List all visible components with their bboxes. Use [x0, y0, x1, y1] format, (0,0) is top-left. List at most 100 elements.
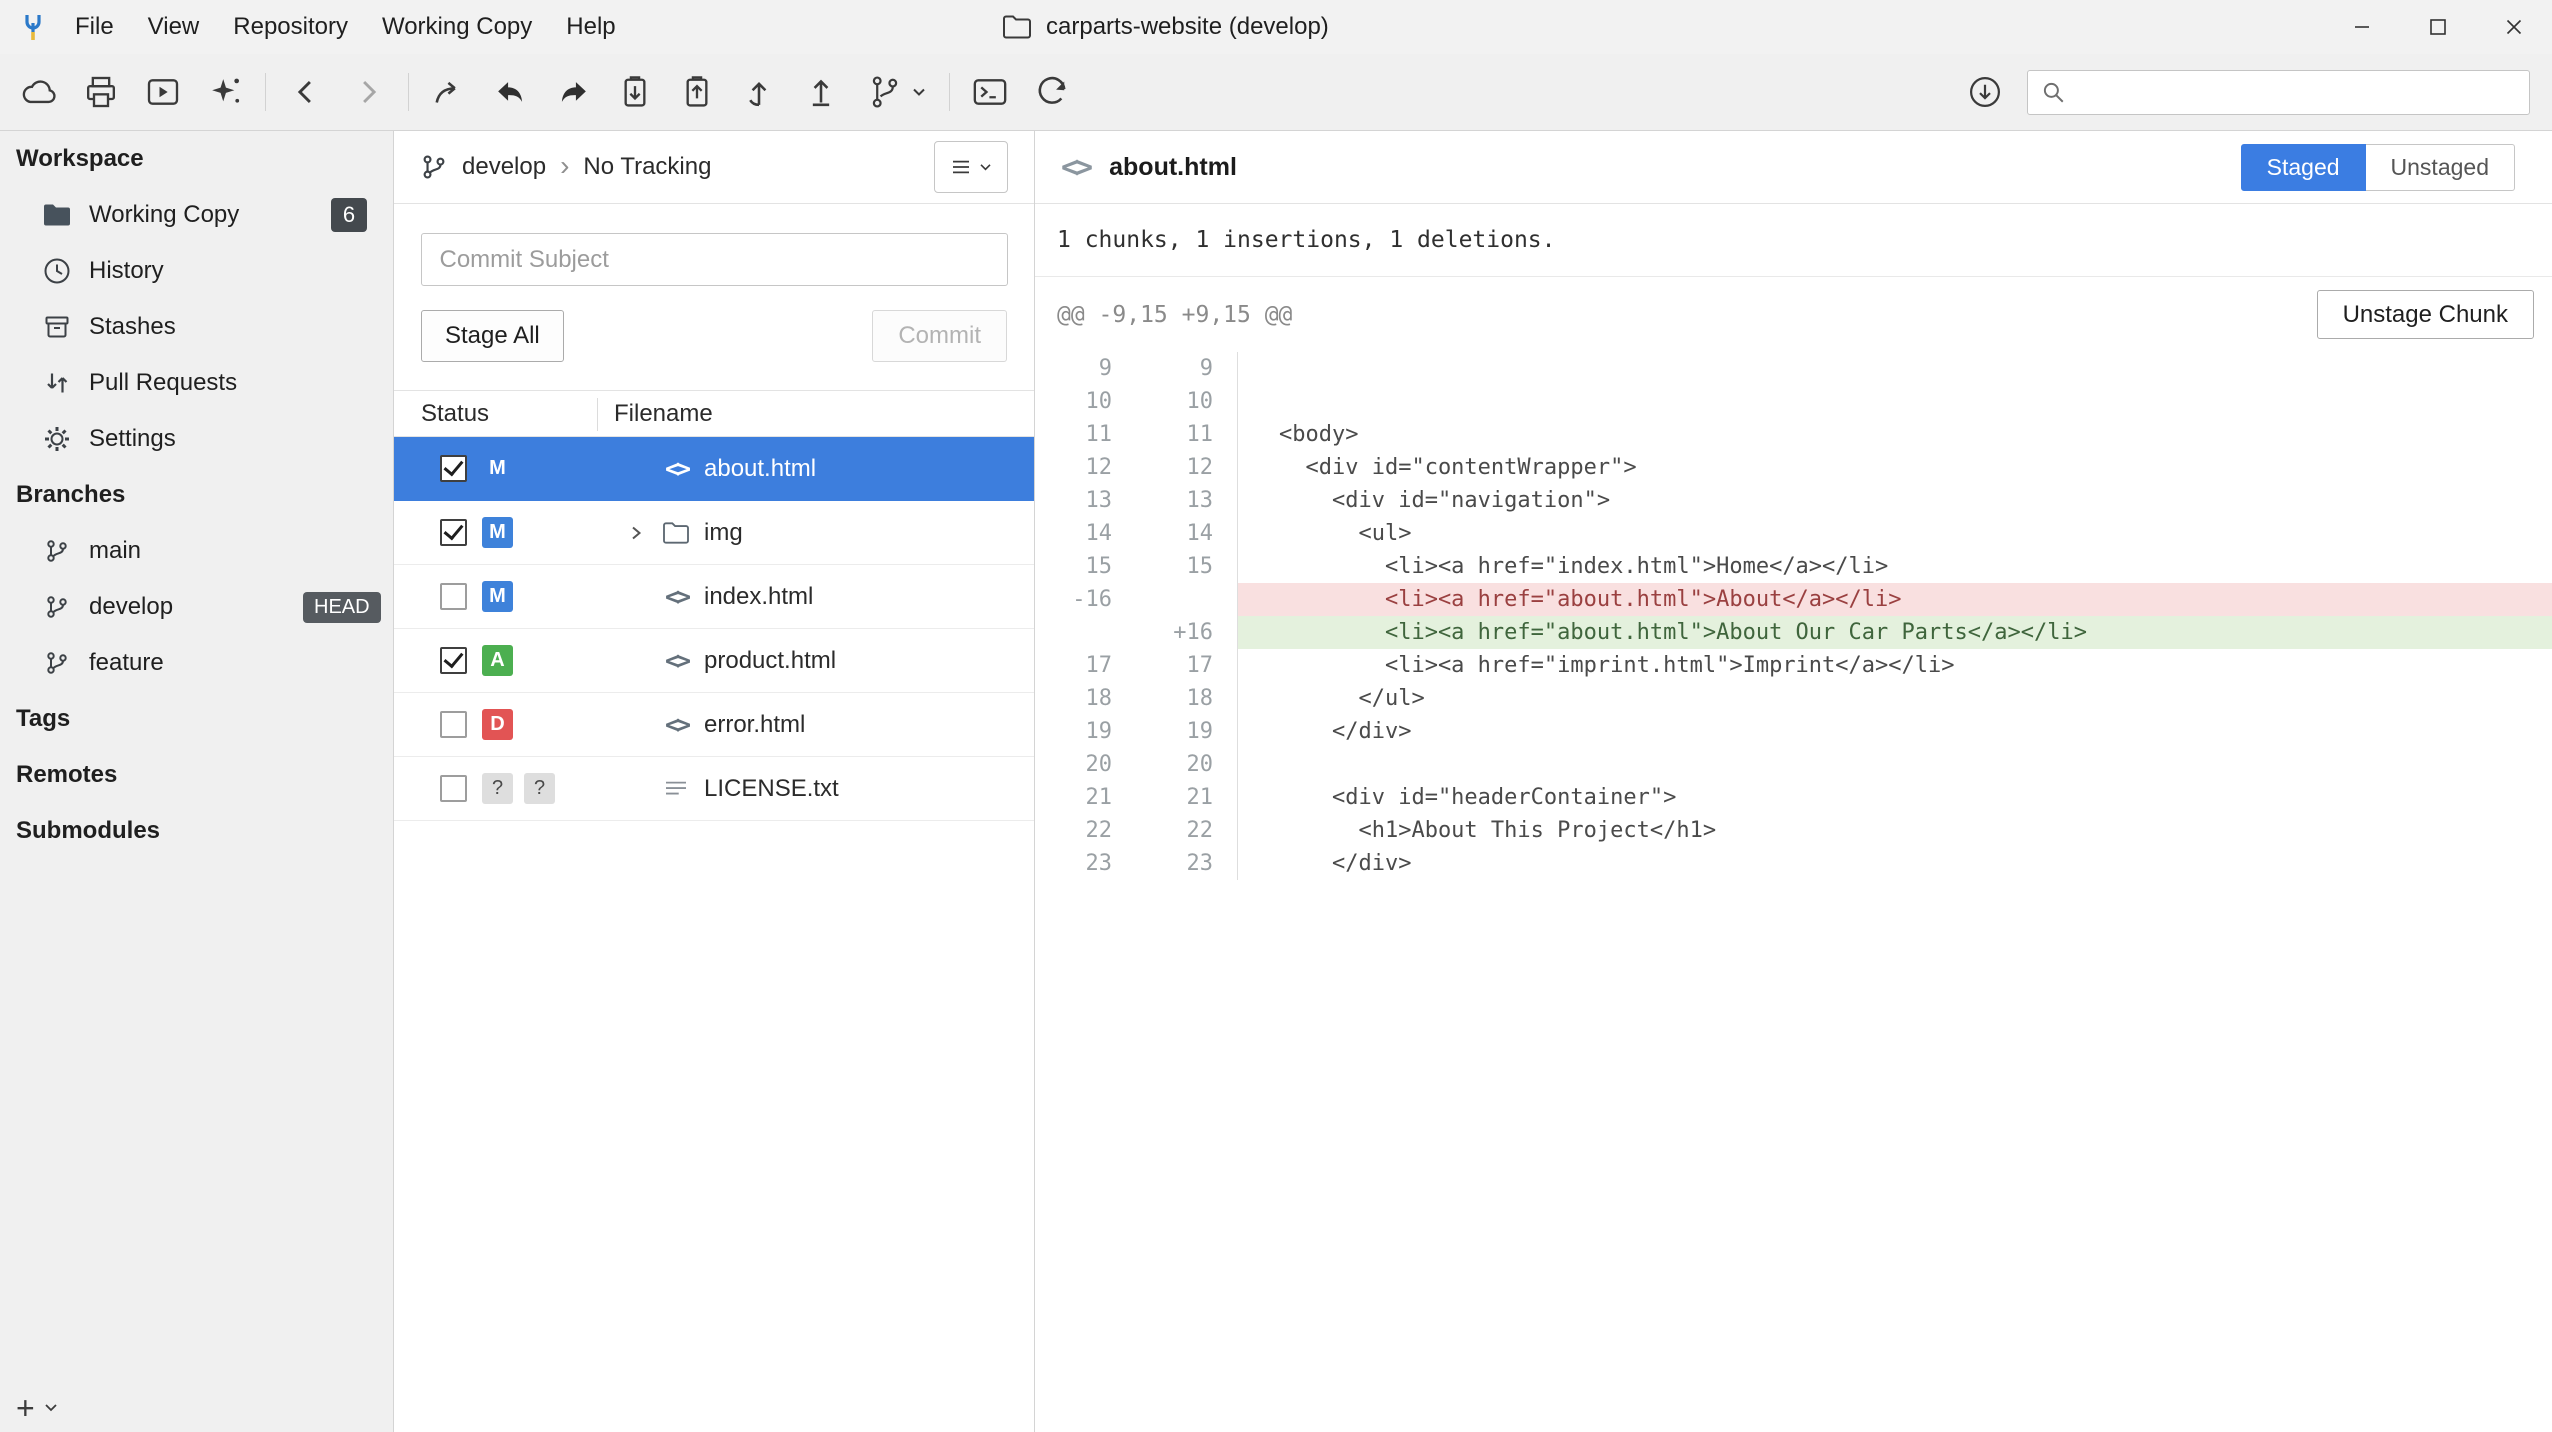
file-name: error.html [704, 711, 805, 739]
menu-working-copy[interactable]: Working Copy [365, 0, 549, 54]
commit-subject-input[interactable] [421, 233, 1008, 286]
stage-checkbox[interactable] [440, 775, 467, 802]
diff-line: 1919 </div> [1035, 715, 2552, 748]
remotes-section-header[interactable]: Remotes [0, 747, 393, 803]
sidebar-branch-main[interactable]: main [0, 523, 393, 579]
toolbar-separator [408, 73, 409, 111]
fetch-indicator-icon[interactable] [1965, 72, 2005, 112]
pull-icon[interactable] [728, 63, 790, 121]
filename-column-header[interactable]: Filename [597, 400, 713, 428]
unstash-icon[interactable] [666, 63, 728, 121]
status-cell: ? ? [394, 773, 627, 804]
unstaged-tab[interactable]: Unstaged [2366, 144, 2515, 191]
menu-repository[interactable]: Repository [216, 0, 365, 54]
gutter-pad [1213, 583, 1237, 616]
file-row[interactable]: D error.html [394, 693, 1034, 757]
stage-checkbox[interactable] [440, 519, 467, 546]
undo-icon[interactable] [480, 63, 542, 121]
file-row[interactable]: M about.html [394, 437, 1034, 501]
diff-line: 1212 <div id="contentWrapper"> [1035, 451, 2552, 484]
file-row[interactable]: M img [394, 501, 1034, 565]
gutter-pad [1213, 451, 1237, 484]
stage-checkbox[interactable] [440, 455, 467, 482]
sparkle-icon[interactable] [194, 63, 256, 121]
code-text: <div id="headerContainer"> [1237, 781, 2552, 814]
head-badge: HEAD [303, 592, 381, 623]
add-button[interactable] [16, 1392, 58, 1424]
forward-icon[interactable] [337, 63, 399, 121]
sidebar-item-working-copy[interactable]: Working Copy 6 [0, 187, 393, 243]
branch-options-button[interactable] [934, 141, 1008, 193]
submodules-section-header[interactable]: Submodules [0, 803, 393, 859]
open-repository-icon[interactable] [132, 63, 194, 121]
sidebar-branch-feature[interactable]: feature [0, 635, 393, 691]
code-file-icon [660, 454, 692, 483]
stage-checkbox[interactable] [440, 583, 467, 610]
status-badge: A [482, 645, 513, 676]
search-input[interactable] [2076, 79, 2517, 106]
sidebar-item-stashes[interactable]: Stashes [0, 299, 393, 355]
stage-all-button[interactable]: Stage All [421, 310, 564, 362]
toolbar [0, 54, 2552, 131]
status-column-header[interactable]: Status [394, 400, 597, 428]
sidebar-item-settings[interactable]: Settings [0, 411, 393, 467]
diff-line: 1010 [1035, 385, 2552, 418]
commit-button[interactable]: Commit [872, 310, 1007, 362]
unstage-chunk-button[interactable]: Unstage Chunk [2317, 290, 2534, 339]
sidebar-item-pull-requests[interactable]: Pull Requests [0, 355, 393, 411]
stash-icon[interactable] [604, 63, 666, 121]
archive-box-icon [40, 312, 74, 342]
sidebar-branch-develop[interactable]: develop HEAD [0, 579, 393, 635]
file-name: index.html [704, 583, 813, 611]
old-line-number: 21 [1035, 781, 1112, 814]
gutter-pad [1213, 550, 1237, 583]
diff-line: 1414 <ul> [1035, 517, 2552, 550]
workspace-header: Workspace [0, 131, 393, 187]
redo-icon[interactable] [542, 63, 604, 121]
current-branch-label[interactable]: develop [462, 153, 546, 181]
code-text: <div id="navigation"> [1237, 484, 2552, 517]
file-row[interactable]: A product.html [394, 629, 1034, 693]
file-table-header: Status Filename [394, 390, 1034, 437]
sidebar-item-label: Working Copy [89, 201, 239, 229]
gutter-pad [1213, 781, 1237, 814]
gutter-pad [1213, 847, 1237, 880]
back-icon[interactable] [275, 63, 337, 121]
cloud-icon[interactable] [8, 63, 70, 121]
chevron-right-icon[interactable] [627, 524, 645, 542]
tracking-label[interactable]: No Tracking [583, 153, 711, 181]
clock-icon [40, 256, 74, 286]
stage-checkbox[interactable] [440, 711, 467, 738]
file-name: product.html [704, 647, 836, 675]
push-icon[interactable] [790, 63, 852, 121]
code-file-icon [660, 582, 692, 611]
window-title: carparts-website (develop) [1002, 0, 1329, 54]
menu-view[interactable]: View [131, 0, 217, 54]
diff-line: 2323 </div> [1035, 847, 2552, 880]
terminal-icon[interactable] [959, 63, 1021, 121]
code-text: <li><a href="index.html">Home</a></li> [1237, 550, 2552, 583]
checkout-arrow-icon[interactable] [418, 63, 480, 121]
maximize-button[interactable] [2400, 0, 2476, 54]
menu-file[interactable]: File [58, 0, 131, 54]
old-line-number: 14 [1035, 517, 1112, 550]
menu-bar: File View Repository Working Copy Help [58, 0, 633, 54]
file-row[interactable]: ? ? LICENSE.txt [394, 757, 1034, 821]
new-line-number: 13 [1112, 484, 1213, 517]
stage-checkbox[interactable] [440, 647, 467, 674]
old-line-number: 17 [1035, 649, 1112, 682]
gutter-pad [1213, 517, 1237, 550]
close-button[interactable] [2476, 0, 2552, 54]
refresh-icon[interactable] [1021, 63, 1083, 121]
sidebar-item-history[interactable]: History [0, 243, 393, 299]
tags-section-header[interactable]: Tags [0, 691, 393, 747]
branch-menu-icon[interactable] [852, 63, 940, 121]
file-row[interactable]: M index.html [394, 565, 1034, 629]
printer-icon[interactable] [70, 63, 132, 121]
new-line-number [1112, 583, 1213, 616]
staged-tab[interactable]: Staged [2241, 144, 2366, 191]
code-text [1237, 352, 2552, 385]
menu-help[interactable]: Help [549, 0, 632, 54]
minimize-button[interactable] [2324, 0, 2400, 54]
old-line-number: 22 [1035, 814, 1112, 847]
